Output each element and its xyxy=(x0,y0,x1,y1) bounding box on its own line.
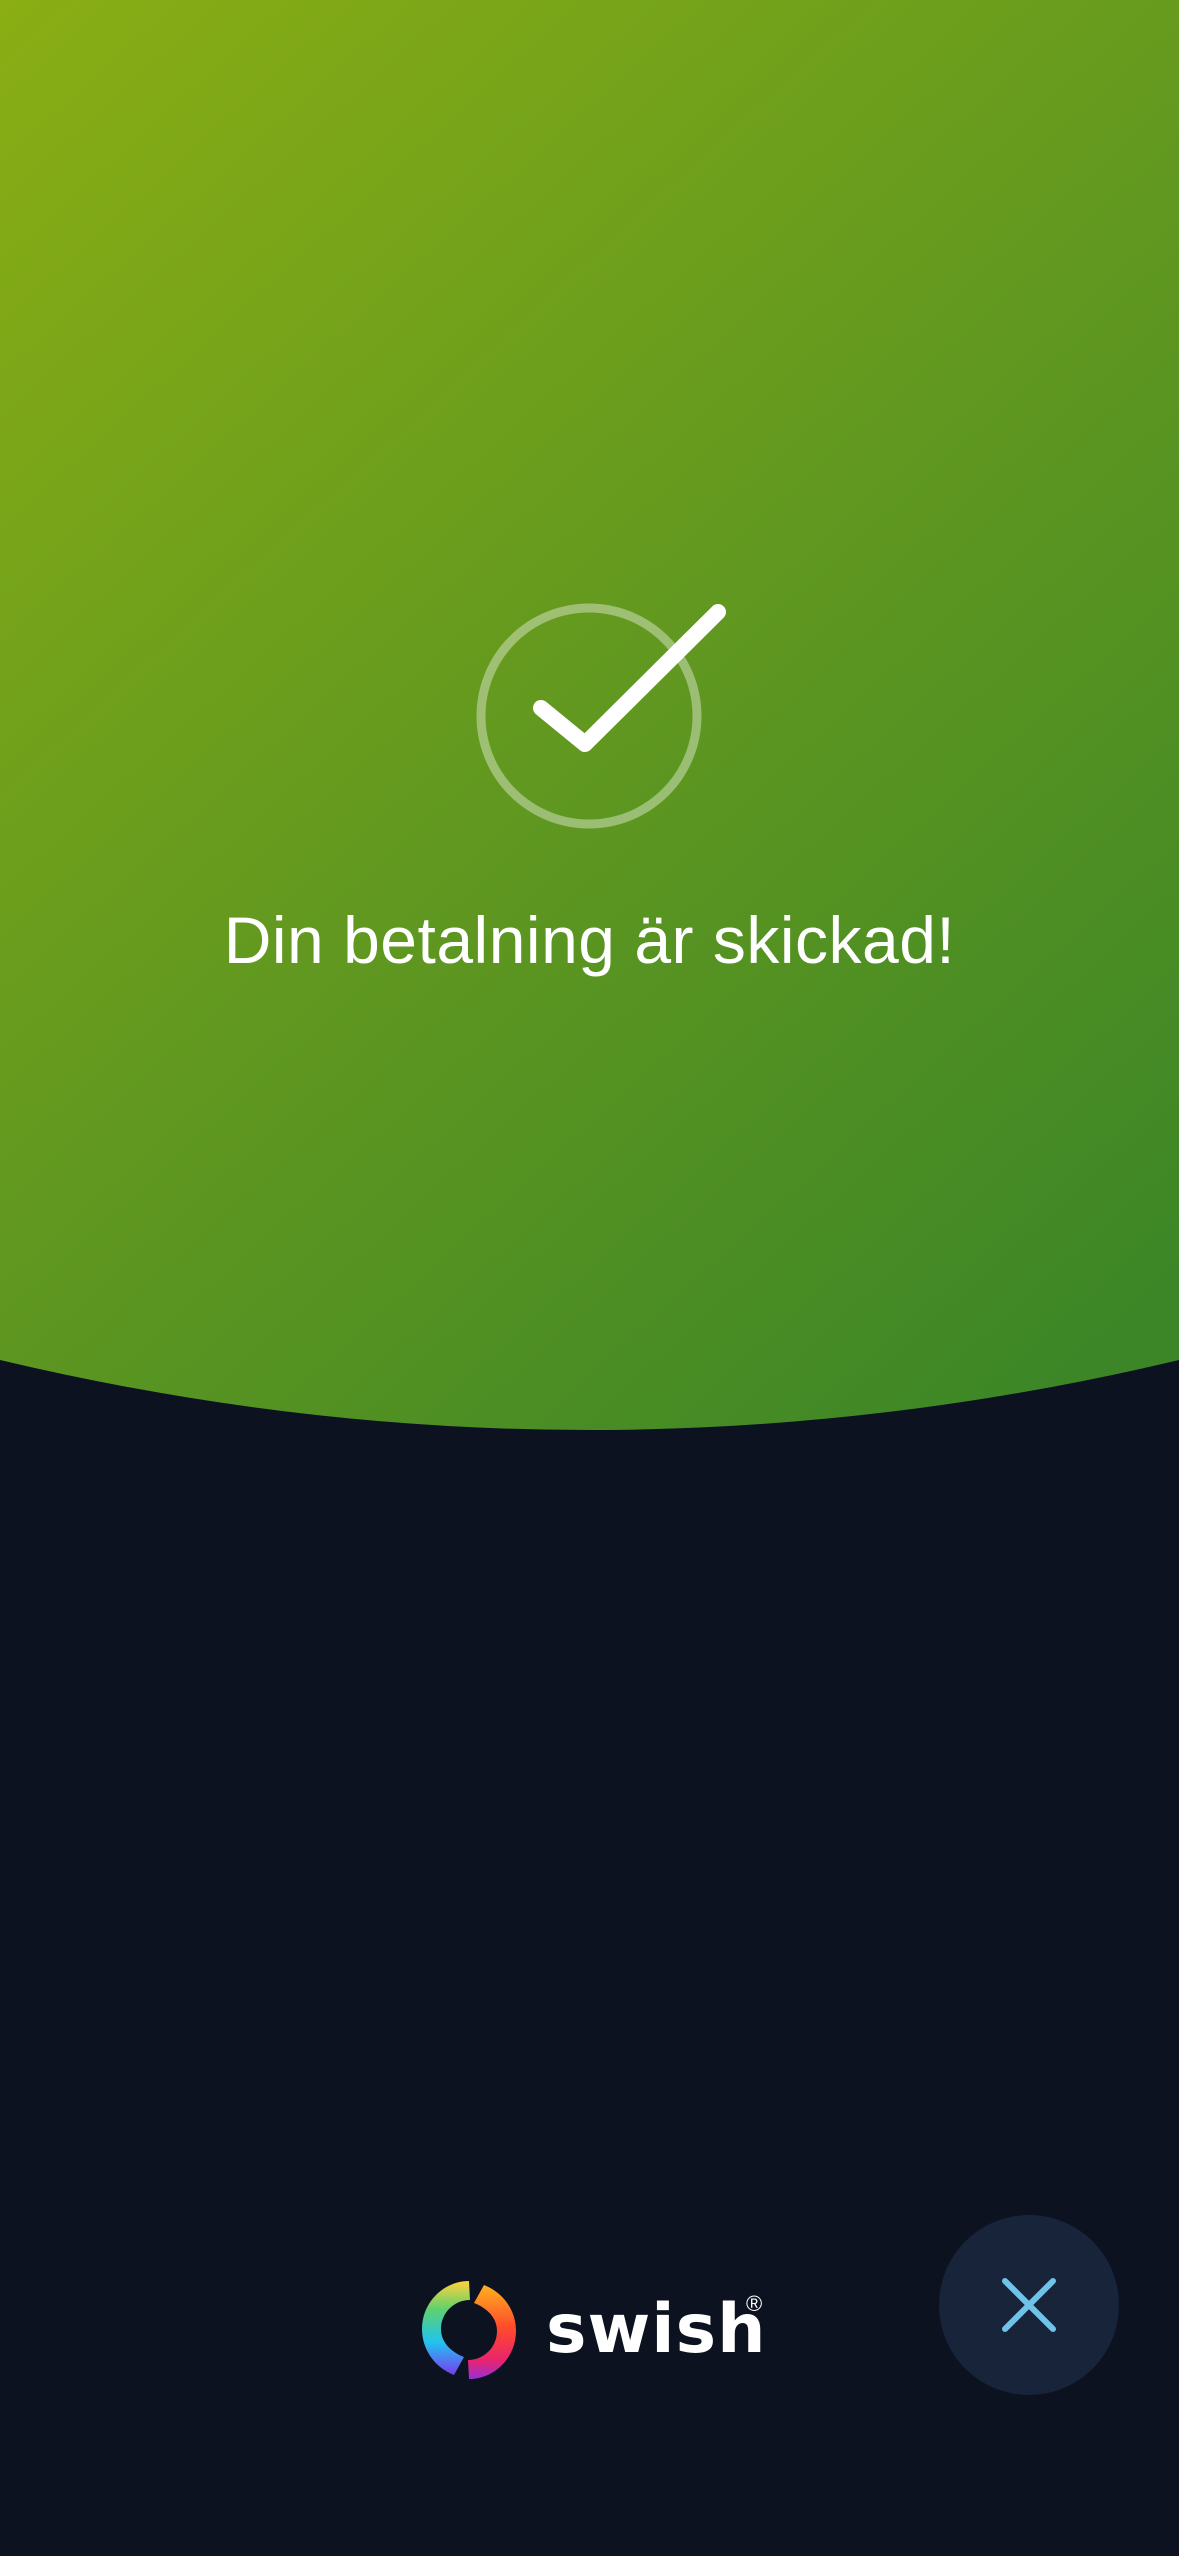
success-title: Din betalning är skickad! xyxy=(223,903,956,977)
payment-confirmation-screen: Din betalning är skickad! swish ® xyxy=(0,0,1179,2556)
swish-brand: swish xyxy=(414,2270,767,2390)
registered-mark: ® xyxy=(746,2291,763,2316)
brand-name: swish xyxy=(546,2290,767,2369)
close-icon xyxy=(1002,2278,1056,2332)
swish-logo-icon xyxy=(422,2281,516,2379)
close-button[interactable] xyxy=(939,2215,1119,2395)
check-circle-icon xyxy=(476,603,726,829)
